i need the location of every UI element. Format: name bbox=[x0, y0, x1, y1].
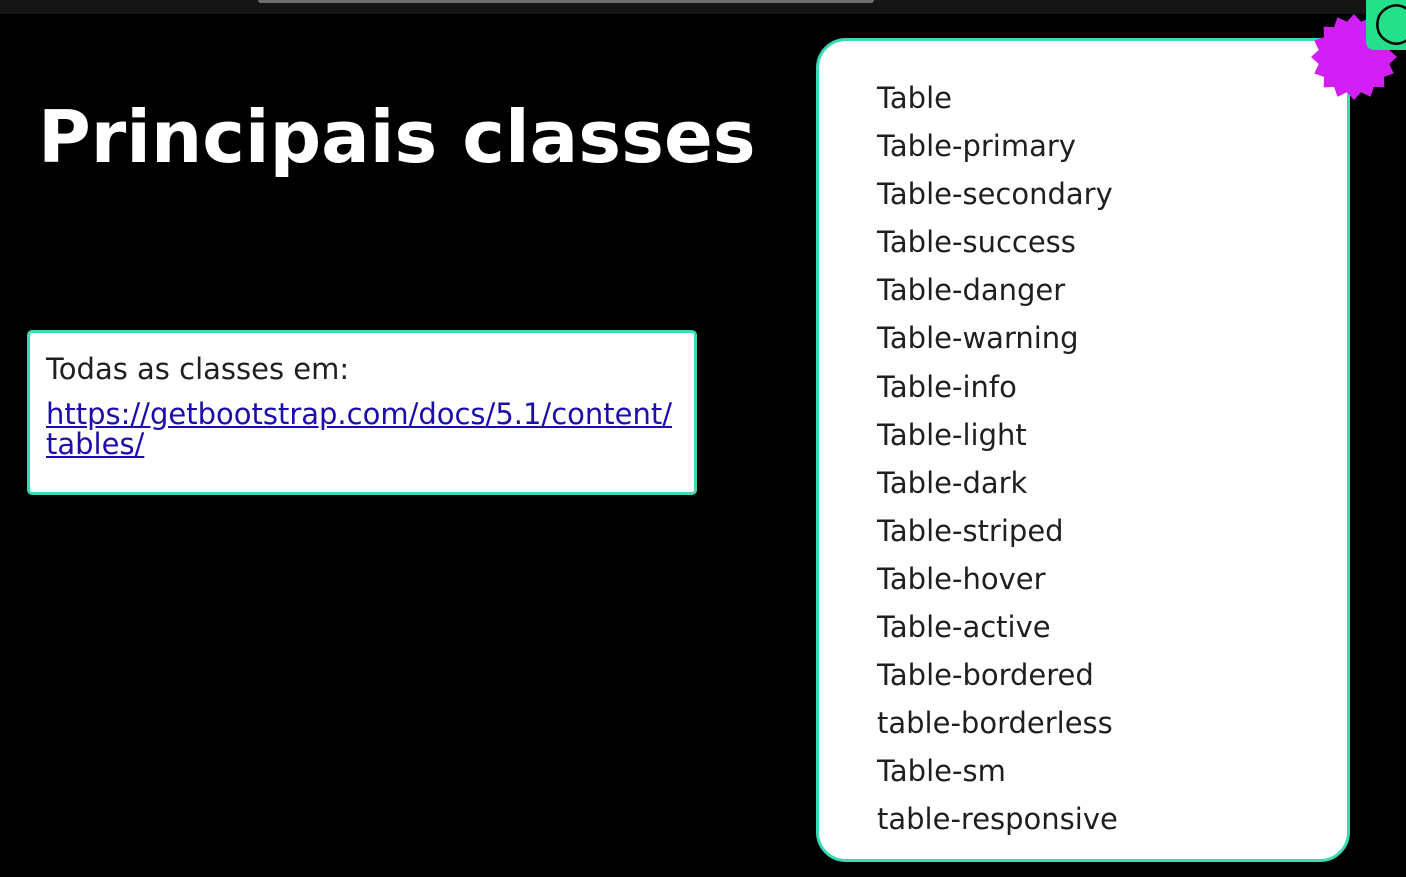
class-item: table-responsive bbox=[877, 802, 1118, 837]
link-intro-text: Todas as classes em: bbox=[46, 352, 350, 386]
class-item: table-borderless bbox=[877, 706, 1113, 741]
class-item: Table-hover bbox=[877, 561, 1046, 596]
class-item: Table-success bbox=[877, 225, 1076, 260]
class-item: Table bbox=[877, 81, 952, 115]
slide-title: Principais classes bbox=[38, 95, 756, 179]
class-list-card: Table Table-primary Table-secondary Tabl… bbox=[816, 38, 1350, 862]
class-item: Table-dark bbox=[877, 465, 1028, 500]
class-item: Table-active bbox=[877, 610, 1051, 645]
class-list: Table Table-primary Table-secondary Tabl… bbox=[819, 41, 1347, 844]
class-item: Table-bordered bbox=[877, 658, 1094, 693]
link-card: Todas as classes em: https://getbootstra… bbox=[27, 330, 697, 495]
class-item: Table-secondary bbox=[877, 177, 1113, 212]
class-item: Table-light bbox=[877, 417, 1027, 452]
class-item: Table-sm bbox=[877, 754, 1006, 789]
bootstrap-docs-link[interactable]: https://getbootstrap.com/docs/5.1/conten… bbox=[46, 399, 678, 459]
class-item: Table-info bbox=[877, 369, 1017, 404]
class-item: Table-warning bbox=[877, 321, 1079, 356]
top-scroll-indicator[interactable] bbox=[258, 0, 874, 3]
class-item: Table-striped bbox=[877, 513, 1064, 548]
corner-logo-icon: ◯ bbox=[1366, 0, 1406, 50]
class-item: Table-primary bbox=[877, 129, 1076, 164]
class-item: Table-danger bbox=[877, 273, 1066, 308]
